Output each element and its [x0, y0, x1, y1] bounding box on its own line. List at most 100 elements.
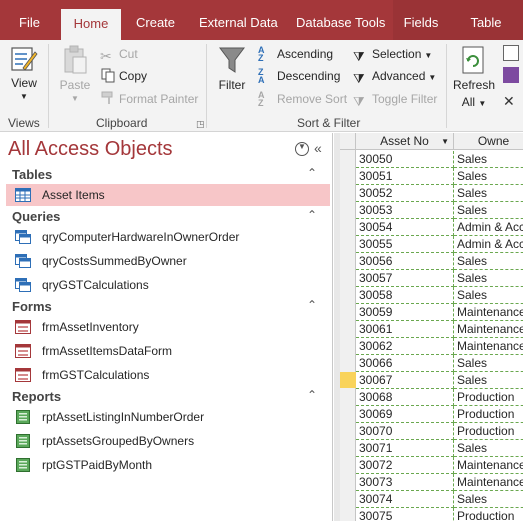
cell-asset-no[interactable]: 30050	[356, 151, 454, 168]
tab-fields[interactable]: Fields	[393, 0, 449, 40]
cell-asset-no[interactable]: 30074	[356, 491, 454, 508]
design-view-icon	[11, 47, 38, 71]
save-record-button[interactable]	[503, 66, 523, 86]
tab-home[interactable]: Home	[61, 9, 121, 40]
collapse-pane-icon[interactable]: «	[314, 140, 322, 156]
sort-ascending-button[interactable]: A Z Ascending	[258, 44, 333, 64]
cell-owner[interactable]: Production	[454, 423, 523, 440]
cell-owner[interactable]: Sales	[454, 270, 523, 287]
tab-external-data[interactable]: External Data	[199, 0, 278, 40]
select-all-corner[interactable]	[340, 133, 356, 150]
refresh-all-button[interactable]: Refresh All ▼	[452, 44, 496, 111]
cell-owner[interactable]: Maintenance	[454, 474, 523, 491]
cell-owner[interactable]: Sales	[454, 355, 523, 372]
cell-owner[interactable]: Sales	[454, 491, 523, 508]
cell-asset-no[interactable]: 30066	[356, 355, 454, 372]
cell-owner[interactable]: Admin & Acc	[454, 219, 523, 236]
cell-asset-no[interactable]: 30054	[356, 219, 454, 236]
cell-owner[interactable]: Production	[454, 508, 523, 521]
cell-asset-no[interactable]: 30068	[356, 389, 454, 406]
nav-section-reports[interactable]: Reports ⌃	[0, 387, 333, 407]
nav-section-queries[interactable]: Queries ⌃	[0, 207, 333, 227]
cell-asset-no[interactable]: 30059	[356, 304, 454, 321]
cell-asset-no[interactable]: 30067	[356, 372, 454, 389]
cell-owner[interactable]: Sales	[454, 202, 523, 219]
nav-item-query[interactable]: qryCostsSummedByOwner	[6, 250, 330, 272]
nav-item-form[interactable]: frmAssetInventory	[6, 316, 330, 338]
toggle-filter-button[interactable]: ⧩ Toggle Filter	[353, 89, 437, 109]
nav-item-form[interactable]: frmGSTCalculations	[6, 364, 330, 386]
tab-database-tools[interactable]: Database Tools	[296, 0, 385, 40]
dialog-launcher-icon[interactable]: ◳	[196, 119, 205, 130]
cell-owner[interactable]: Maintenance	[454, 304, 523, 321]
paste-button[interactable]: Paste ▼	[56, 44, 94, 103]
record-selector-column[interactable]	[340, 133, 356, 521]
cell-owner[interactable]: Maintenance	[454, 457, 523, 474]
cell-asset-no[interactable]: 30071	[356, 440, 454, 457]
cell-owner[interactable]: Sales	[454, 440, 523, 457]
cell-asset-no[interactable]: 30075	[356, 508, 454, 521]
column-header-label: Asset No	[380, 134, 429, 148]
copy-button[interactable]: Copy	[100, 66, 147, 86]
selection-button[interactable]: ⧩ Selection ▼	[353, 44, 432, 64]
tab-file[interactable]: File	[19, 0, 40, 40]
tab-table[interactable]: Table	[449, 0, 523, 40]
nav-item-query[interactable]: qryComputerHardwareInOwnerOrder	[6, 226, 330, 248]
column-header-asset-no[interactable]: Asset No ▼	[356, 133, 454, 150]
nav-item-report[interactable]: rptAssetListingInNumberOrder	[6, 406, 330, 428]
nav-pane-title[interactable]: All Access Objects	[8, 138, 173, 161]
chevron-down-icon: ▼	[428, 73, 437, 82]
nav-item-report[interactable]: rptAssetsGroupedByOwners	[6, 430, 330, 452]
nav-section-tables[interactable]: Tables ⌃	[0, 165, 333, 185]
cell-asset-no[interactable]: 30070	[356, 423, 454, 440]
cell-asset-no[interactable]: 30055	[356, 236, 454, 253]
cell-asset-no[interactable]: 30061	[356, 321, 454, 338]
cell-asset-no[interactable]: 30073	[356, 474, 454, 491]
delete-record-button[interactable]: ✕	[503, 89, 523, 109]
section-label: Forms	[12, 299, 52, 314]
views-group-label: Views	[8, 116, 40, 130]
cell-owner[interactable]: Sales	[454, 372, 523, 389]
cut-button[interactable]: ✂ Cut	[100, 44, 138, 64]
remove-sort-button[interactable]: A Z Remove Sort	[258, 89, 347, 109]
new-record-button[interactable]	[503, 44, 523, 64]
paste-icon	[64, 45, 87, 74]
cell-owner[interactable]: Sales	[454, 185, 523, 202]
cell-owner[interactable]: Sales	[454, 253, 523, 270]
nav-menu-icon[interactable]: ▼	[295, 142, 309, 156]
cell-owner[interactable]: Admin & Acc	[454, 236, 523, 253]
cell-asset-no[interactable]: 30052	[356, 185, 454, 202]
chevron-down-icon[interactable]: ▼	[441, 133, 449, 150]
sort-descending-button[interactable]: Z A Descending	[258, 66, 340, 86]
cell-owner[interactable]: Sales	[454, 168, 523, 185]
cell-owner[interactable]: Maintenance	[454, 321, 523, 338]
nav-item-query[interactable]: qryGSTCalculations	[6, 274, 330, 296]
cell-owner[interactable]: Sales	[454, 287, 523, 304]
cell-asset-no[interactable]: 30057	[356, 270, 454, 287]
current-record-indicator[interactable]	[340, 372, 356, 388]
nav-item-label: qryComputerHardwareInOwnerOrder	[42, 230, 240, 244]
nav-item-report[interactable]: rptGSTPaidByMonth	[6, 454, 330, 476]
nav-item-form[interactable]: frmAssetItemsDataForm	[6, 340, 330, 362]
cell-owner[interactable]: Production	[454, 389, 523, 406]
cell-owner[interactable]: Production	[454, 406, 523, 423]
cell-owner[interactable]: Maintenance	[454, 338, 523, 355]
cell-asset-no[interactable]: 30072	[356, 457, 454, 474]
filter-label: Filter	[218, 78, 246, 92]
nav-section-forms[interactable]: Forms ⌃	[0, 297, 333, 317]
view-button[interactable]: View ▼	[6, 44, 42, 101]
cell-asset-no[interactable]: 30069	[356, 406, 454, 423]
format-painter-button[interactable]: Format Painter	[100, 89, 198, 109]
nav-item-asset-items[interactable]: Asset Items	[6, 184, 330, 206]
column-header-owner[interactable]: Owne	[454, 133, 523, 150]
chevron-down-icon: ▼	[20, 92, 28, 101]
cell-asset-no[interactable]: 30051	[356, 168, 454, 185]
tab-create[interactable]: Create	[136, 0, 175, 40]
cell-asset-no[interactable]: 30056	[356, 253, 454, 270]
filter-button[interactable]: Filter	[213, 44, 251, 93]
cell-asset-no[interactable]: 30062	[356, 338, 454, 355]
cell-owner[interactable]: Sales	[454, 151, 523, 168]
cell-asset-no[interactable]: 30058	[356, 287, 454, 304]
advanced-button[interactable]: ⧩ Advanced ▼	[353, 66, 436, 86]
cell-asset-no[interactable]: 30053	[356, 202, 454, 219]
